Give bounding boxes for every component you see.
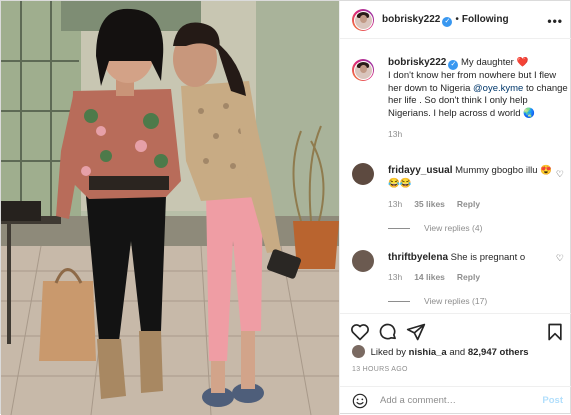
verified-badge-icon: ✓ xyxy=(442,17,453,27)
author-username[interactable]: bobrisky222 xyxy=(382,14,440,25)
comment-username[interactable]: fridayy_usual xyxy=(388,165,452,176)
post-actions: Liked by nishia_a and 82,947 others 13 H… xyxy=(340,313,571,413)
smile-icon[interactable] xyxy=(352,393,368,409)
liker-avatar[interactable] xyxy=(352,345,365,358)
comment-icon[interactable] xyxy=(378,322,398,342)
instagram-post: bobrisky222 ✓ • Following ••• bobrisky222 ✓ … xyxy=(0,0,571,415)
view-replies-label: View replies (17) xyxy=(424,296,488,306)
comment-likes[interactable]: 35 likes xyxy=(414,199,445,209)
comment-meta: 13h 14 likes Reply xyxy=(388,272,492,282)
commenter-avatar[interactable] xyxy=(352,250,374,272)
comment-text: She is pregnant o xyxy=(450,252,526,263)
caption-avatar[interactable] xyxy=(352,59,374,81)
bookmark-icon[interactable] xyxy=(545,322,565,342)
comment-likes[interactable]: 14 likes xyxy=(414,272,445,282)
caption-text-1: My daughter ❤️ xyxy=(461,57,529,68)
more-options-icon[interactable]: ••• xyxy=(547,14,563,28)
comment-reply-button[interactable]: Reply xyxy=(457,272,480,282)
following-button[interactable]: Following xyxy=(462,14,509,25)
author-avatar[interactable] xyxy=(352,9,374,31)
post-side-panel: bobrisky222 ✓ • Following ••• bobrisky222 ✓ … xyxy=(339,1,571,415)
header-separator: • xyxy=(455,14,459,25)
add-comment-bar: Add a comment… Post xyxy=(340,386,571,414)
comment-like-heart-icon[interactable]: ♡ xyxy=(556,169,564,180)
post-photo[interactable] xyxy=(1,1,339,415)
liked-by-prefix: Liked by xyxy=(370,347,407,358)
post-photo-illustration xyxy=(1,1,339,415)
comment-like-heart-icon[interactable]: ♡ xyxy=(556,253,564,264)
view-replies-button[interactable]: View replies (4) xyxy=(388,223,482,233)
caption-mention-link[interactable]: @oye.kyme xyxy=(473,83,523,94)
comment: fridayy_usual Mummy gbogbo illu 😍😂😂 xyxy=(388,165,558,190)
liked-by-row: Liked by nishia_a and 82,947 others xyxy=(352,345,529,358)
comment-username[interactable]: thriftbyelena xyxy=(388,252,448,263)
comment: thriftbyelena She is pregnant o xyxy=(388,252,558,265)
post-comment-button[interactable]: Post xyxy=(542,395,563,406)
caption: bobrisky222 ✓ My daughter ❤️ I don't know… xyxy=(388,57,568,141)
comment-input[interactable]: Add a comment… xyxy=(380,395,456,406)
view-replies-line xyxy=(388,301,410,303)
share-icon[interactable] xyxy=(406,322,426,342)
comment-time: 13h xyxy=(388,272,403,282)
comment-time: 13h xyxy=(388,199,403,209)
caption-time: 13h xyxy=(388,129,403,139)
comment-reply-button[interactable]: Reply xyxy=(457,199,480,209)
post-timestamp[interactable]: 13 HOURS AGO xyxy=(352,366,408,373)
commenter-avatar[interactable] xyxy=(352,163,374,185)
liked-by-user[interactable]: nishia_a xyxy=(409,347,447,358)
view-replies-label: View replies (4) xyxy=(424,223,483,233)
comment-meta: 13h 35 likes Reply xyxy=(388,199,492,209)
caption-username[interactable]: bobrisky222 xyxy=(388,57,446,68)
heart-icon[interactable] xyxy=(350,322,370,342)
liked-by-and: and xyxy=(449,347,466,358)
post-header: bobrisky222 ✓ • Following ••• xyxy=(340,1,571,39)
liked-by-count[interactable]: 82,947 others xyxy=(468,347,529,358)
view-replies-line xyxy=(388,228,410,230)
view-replies-button[interactable]: View replies (17) xyxy=(388,296,487,306)
header-title-row: bobrisky222 ✓ • Following xyxy=(382,14,509,27)
verified-badge-icon: ✓ xyxy=(448,60,459,70)
